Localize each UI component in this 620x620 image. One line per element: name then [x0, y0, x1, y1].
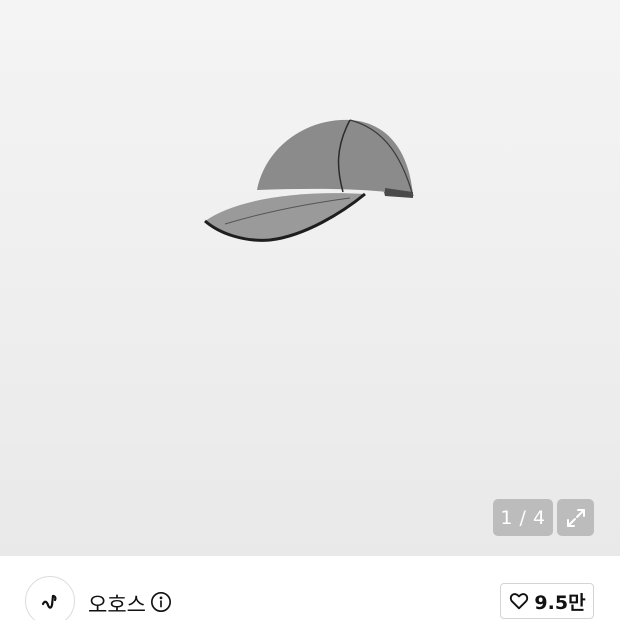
product-image-gallery[interactable]: 1 / 4 [0, 0, 620, 556]
like-button[interactable]: 9.5만 [500, 583, 594, 619]
brand-row: 오호스 9.5만 [0, 556, 620, 620]
brand-logo[interactable] [25, 576, 75, 620]
image-counter: 1 / 4 [493, 499, 553, 536]
brand-name[interactable]: 오호스 [88, 589, 146, 619]
like-count: 9.5만 [534, 591, 586, 614]
image-counter-text: 1 / 4 [500, 506, 546, 529]
heart-outline-icon [510, 593, 529, 610]
expand-button[interactable] [557, 499, 594, 536]
expand-icon [566, 508, 585, 527]
info-icon[interactable] [150, 591, 172, 613]
brand-logo-icon [41, 594, 57, 609]
product-image[interactable] [195, 108, 425, 248]
